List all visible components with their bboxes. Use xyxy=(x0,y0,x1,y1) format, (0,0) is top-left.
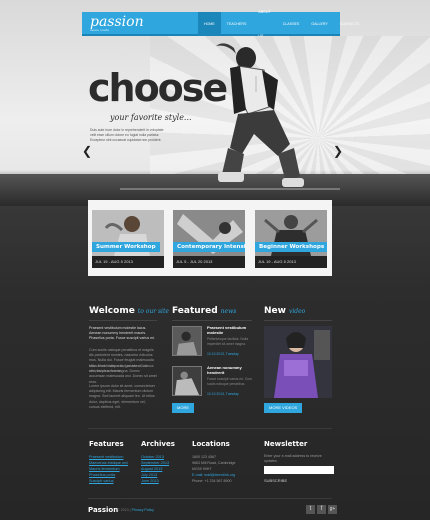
newsletter-email-input[interactable] xyxy=(264,466,334,474)
news-title[interactable]: Praesent vestibulum molestie xyxy=(207,325,257,335)
more-videos-button[interactable]: more videos xyxy=(264,403,303,413)
dancer-image xyxy=(216,43,304,187)
featured-heading: Featured news xyxy=(172,306,236,316)
archive-link[interactable]: June 2013 xyxy=(141,478,169,484)
video-heading-text: New xyxy=(264,306,286,316)
welcome-heading: Welcome to our site xyxy=(89,306,169,316)
chevron-right-icon[interactable]: ❯ xyxy=(333,144,343,158)
news-date: 10.10.2013, Tuesday xyxy=(207,352,239,356)
workshop-card[interactable]: Summer Workshop JUL 19 - AUG 5 2013 xyxy=(92,210,164,268)
workshop-date: JUL 19 - AUG 5 2013 xyxy=(92,256,164,268)
page: passion dance studio HOME TEACHERS ABOUT… xyxy=(0,0,430,520)
footer-brand: Passion xyxy=(88,506,119,514)
news-thumbnail[interactable] xyxy=(172,326,202,356)
news-text: Fusce suscipit varius mi. Cum sociis nat… xyxy=(207,377,253,386)
hero-slider: choose your favorite style... Duis aute … xyxy=(0,36,430,206)
footer-locations: 1800 123 4567 9863 Mill Road, Cambridge … xyxy=(192,454,254,484)
chevron-left-icon[interactable]: ❮ xyxy=(82,144,92,158)
welcome-heading-text: Welcome xyxy=(89,306,135,316)
video-heading: New video xyxy=(264,306,305,316)
footer-archives-list: October 2013 September 2013 August 2013 … xyxy=(141,454,169,484)
workshop-title: Beginner Workshops xyxy=(255,242,327,252)
nav-item-contacts[interactable]: CONTACTS xyxy=(334,12,366,36)
location-line: Phone: +1 234 567 8900 xyxy=(192,479,232,483)
featured-heading-em: news xyxy=(220,308,237,315)
news-date: 10.10.2013, Tuesday xyxy=(207,392,239,396)
workshop-date: JUL 19 - AUG 5 2013 xyxy=(255,256,327,268)
news-thumbnail[interactable] xyxy=(172,366,202,396)
hero-text: Duis aute irure dolor in reprehenderit i… xyxy=(90,128,164,142)
footer-link[interactable]: Suscipit varius xyxy=(89,478,128,484)
google-plus-icon[interactable]: g+ xyxy=(328,505,337,514)
workshop-title: Summer Workshop xyxy=(92,242,160,252)
footer-features-list: Praesent vestibulum Maecenas tristique o… xyxy=(89,454,128,484)
footer-newsletter-heading: Newsletter xyxy=(264,440,308,448)
facebook-icon[interactable]: f xyxy=(317,505,326,514)
workshop-card[interactable]: Beginner Workshops JUL 19 - AUG 5 2013 xyxy=(255,210,327,268)
copyright: © 2013 | Privacy Policy xyxy=(117,508,154,512)
twitter-icon[interactable]: t xyxy=(306,505,315,514)
featured-heading-text: Featured xyxy=(172,306,218,316)
video-thumbnail[interactable] xyxy=(264,326,332,398)
footer-archives-heading: Archives xyxy=(141,440,175,448)
bottom-divider xyxy=(88,498,332,499)
welcome-paragraph: Maecenas tristique orci ac sem. Duis ult… xyxy=(89,364,157,384)
privacy-policy-link[interactable]: Privacy Policy xyxy=(132,508,154,512)
main-nav: HOME TEACHERS ABOUT US CLASSES GALLERY C… xyxy=(198,10,366,38)
footer-features-heading: Features xyxy=(89,440,124,448)
news-title[interactable]: Aenean nonummy hendrerit xyxy=(207,365,257,375)
header-bar: passion dance studio HOME TEACHERS ABOUT… xyxy=(82,10,359,38)
subscribe-button[interactable]: subscribe xyxy=(264,478,287,483)
nav-item-classes[interactable]: CLASSES xyxy=(277,12,306,36)
nav-item-gallery[interactable]: GALLERY xyxy=(305,12,334,36)
workshop-card[interactable]: Contemporary Intensive JUL 5 - JUL 20 20… xyxy=(173,210,245,268)
welcome-paragraph: Lorem ipsum dolor sit amet, consectetuer… xyxy=(89,384,155,409)
welcome-heading-em: to our site xyxy=(137,308,169,315)
video-heading-em: video xyxy=(288,308,306,315)
nav-item-teachers[interactable]: TEACHERS xyxy=(221,12,253,36)
hero-subtitle: your favorite style... xyxy=(110,113,192,122)
divider xyxy=(172,320,252,321)
news-text: Pellentesque facilisis. Nulla imperdiet … xyxy=(207,337,249,346)
welcome-lead: Praesent vestibulum molestie lacus. Aene… xyxy=(89,326,155,341)
workshop-date: JUL 5 - JUL 20 2013 xyxy=(173,256,245,268)
copyright-text: © 2013 xyxy=(117,508,129,512)
divider xyxy=(264,320,332,321)
featured-more-button[interactable]: more xyxy=(172,403,194,413)
site-tagline: dance studio xyxy=(90,28,110,32)
footer-divider xyxy=(88,428,332,429)
divider xyxy=(89,320,157,321)
workshop-title: Contemporary Intensive xyxy=(173,242,245,252)
nav-item-home[interactable]: HOME xyxy=(198,12,221,36)
newsletter-text: Enter your e-mail address to receive upd… xyxy=(264,454,322,463)
footer-locations-heading: Locations xyxy=(192,440,230,448)
